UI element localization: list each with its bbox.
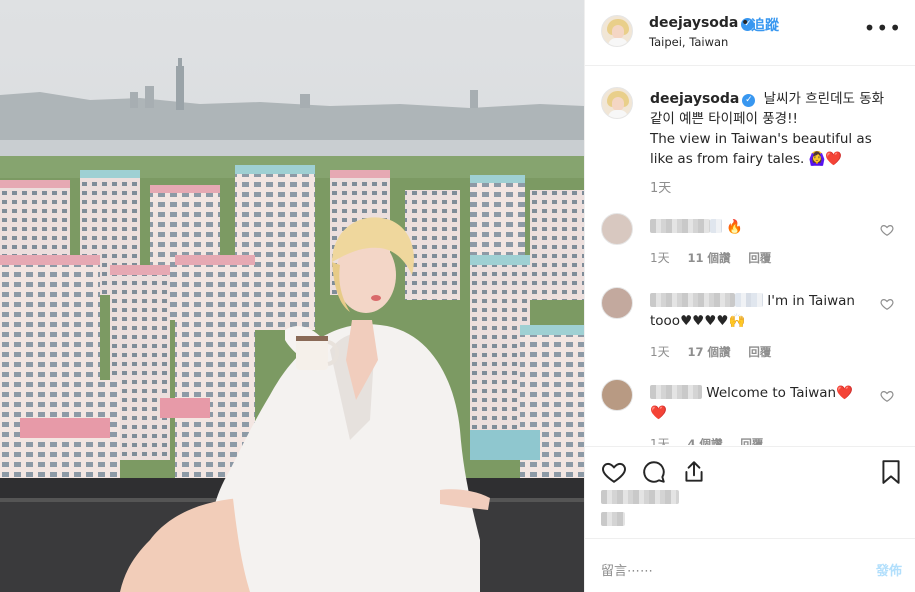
save-bookmark-icon[interactable]: [878, 459, 904, 485]
separator-dot: •: [741, 15, 750, 31]
reply-button[interactable]: 回覆: [748, 251, 771, 265]
add-comment-bar: 留言⋯⋯ 發佈: [585, 538, 915, 592]
taipei-view-image: [0, 0, 584, 592]
share-upload-icon[interactable]: [681, 459, 707, 485]
blurred-username[interactable]: [650, 385, 702, 399]
reply-button[interactable]: 回覆: [740, 437, 763, 445]
comment-bubble-icon[interactable]: [641, 459, 667, 485]
username-link[interactable]: deejaysoda ✓: [649, 15, 755, 31]
caption-time[interactable]: 1天: [650, 177, 671, 196]
post-header: deejaysoda ✓ • 追蹤 Taipei, Taiwan •••: [585, 0, 915, 66]
comment-likes[interactable]: 4 個讚: [687, 437, 722, 445]
more-options-icon[interactable]: •••: [864, 16, 902, 40]
comment-likes[interactable]: 11 個讚: [687, 251, 730, 265]
verified-badge-icon: ✓: [742, 94, 756, 107]
comment-text: Welcome to Taiwan❤️: [706, 385, 853, 401]
reply-button[interactable]: 回覆: [748, 345, 771, 359]
post-comment-button[interactable]: 發佈: [876, 560, 902, 579]
caption-username[interactable]: deejaysoda ✓: [650, 91, 756, 107]
location-link[interactable]: Taipei, Taiwan: [649, 35, 728, 49]
post-side-panel: deejaysoda ✓ • 追蹤 Taipei, Taiwan ••• deej…: [584, 0, 915, 592]
post-actions: [585, 446, 915, 494]
avatar[interactable]: [601, 87, 633, 119]
like-comment-heart-icon[interactable]: [880, 389, 894, 403]
avatar[interactable]: [601, 15, 633, 47]
like-heart-icon[interactable]: [601, 459, 627, 485]
follow-button[interactable]: 追蹤: [751, 15, 779, 35]
comment-time[interactable]: 1天: [650, 251, 670, 265]
comment-likes[interactable]: 17 個讚: [687, 345, 730, 359]
comment-text-line2: ❤️: [650, 405, 667, 421]
comment-text: 🔥: [726, 219, 744, 235]
comment-time[interactable]: 1天: [650, 437, 670, 445]
comments-list[interactable]: deejaysoda ✓ 날씨가 흐린데도 동화 같이 예쁜 타이페이 풍경!! …: [585, 67, 915, 445]
blurred-like-count[interactable]: [601, 490, 679, 504]
like-comment-heart-icon[interactable]: [880, 297, 894, 311]
blurred-post-date: [601, 512, 625, 526]
post-photo[interactable]: [0, 0, 584, 592]
caption-emojis: 🙆‍♀️❤️: [808, 151, 843, 167]
like-comment-heart-icon[interactable]: [880, 223, 894, 237]
comment-time[interactable]: 1天: [650, 345, 670, 359]
avatar[interactable]: [601, 287, 633, 319]
comment-input[interactable]: 留言⋯⋯: [601, 560, 653, 579]
blurred-username[interactable]: [650, 219, 710, 233]
blurred-username[interactable]: [650, 293, 735, 307]
avatar[interactable]: [601, 379, 633, 411]
avatar[interactable]: [601, 213, 633, 245]
